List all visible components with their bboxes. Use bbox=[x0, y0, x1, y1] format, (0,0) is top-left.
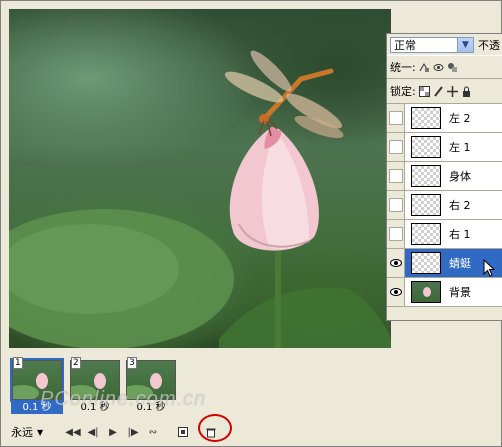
frame-number: 2 bbox=[71, 357, 81, 369]
unify-visibility-icon[interactable] bbox=[433, 62, 444, 73]
first-frame-button[interactable]: ◀◀ bbox=[65, 425, 81, 439]
layer-row-body[interactable]: 身体 bbox=[387, 162, 502, 191]
layer-thumbnail bbox=[411, 194, 441, 216]
layer-row-background[interactable]: 背景 bbox=[387, 278, 502, 307]
document-canvas[interactable] bbox=[9, 9, 391, 348]
mouse-cursor-icon bbox=[483, 259, 496, 277]
layer-thumbnail bbox=[411, 252, 441, 274]
layers-panel: 正常 ▼ 不透 统一: 锁定: 左 2 左 1 身体 右 2 右 1 蜻蜓 背景 bbox=[386, 33, 502, 321]
eye-icon bbox=[389, 259, 402, 267]
unify-label: 统一: bbox=[390, 61, 416, 74]
visibility-toggle[interactable] bbox=[387, 191, 405, 219]
animation-toolbar: 永远 ▼ ◀◀ ◀| ▶ |▶ ∾ bbox=[9, 423, 500, 441]
visibility-toggle[interactable] bbox=[387, 133, 405, 161]
layer-thumbnail bbox=[411, 107, 441, 129]
chevron-down-icon[interactable]: ▼ bbox=[457, 37, 473, 52]
visibility-toggle[interactable] bbox=[387, 249, 405, 277]
tween-button[interactable]: ∾ bbox=[145, 425, 161, 439]
canvas-image bbox=[9, 50, 391, 348]
watermark-text: PConline.com.cn bbox=[40, 388, 207, 410]
chevron-down-icon: ▼ bbox=[37, 427, 44, 437]
layer-row-dragonfly[interactable]: 蜻蜓 bbox=[387, 249, 502, 278]
lock-label: 锁定: bbox=[390, 85, 416, 98]
visibility-toggle[interactable] bbox=[387, 104, 405, 132]
lock-all-icon[interactable] bbox=[461, 86, 472, 97]
layer-list: 左 2 左 1 身体 右 2 右 1 蜻蜓 背景 bbox=[387, 103, 502, 307]
layer-thumbnail bbox=[411, 136, 441, 158]
blend-mode-select[interactable]: 正常 ▼ bbox=[390, 36, 474, 53]
frame-number: 3 bbox=[127, 357, 137, 369]
layer-thumbnail bbox=[411, 165, 441, 187]
layer-name: 蜻蜓 bbox=[449, 257, 471, 270]
layer-row-right1[interactable]: 右 1 bbox=[387, 220, 502, 249]
new-frame-icon bbox=[178, 427, 188, 437]
opacity-label: 不透 bbox=[478, 38, 500, 52]
visibility-empty-box bbox=[388, 198, 403, 212]
unify-row: 统一: bbox=[387, 55, 502, 78]
lock-transparency-icon[interactable] bbox=[418, 85, 430, 97]
visibility-toggle[interactable] bbox=[387, 220, 405, 248]
layer-name: 左 2 bbox=[449, 112, 471, 125]
blend-mode-row: 正常 ▼ 不透 bbox=[387, 34, 502, 55]
previous-frame-button[interactable]: ◀| bbox=[85, 425, 101, 439]
layer-thumbnail bbox=[411, 281, 441, 303]
frame-number: 1 bbox=[13, 357, 23, 369]
lock-pixels-brush-icon[interactable] bbox=[433, 85, 444, 97]
eye-icon bbox=[389, 288, 402, 296]
layer-row-left2[interactable]: 左 2 bbox=[387, 104, 502, 133]
layer-name: 右 2 bbox=[449, 199, 471, 212]
next-frame-button[interactable]: |▶ bbox=[125, 425, 141, 439]
visibility-toggle[interactable] bbox=[387, 162, 405, 190]
layer-name: 身体 bbox=[449, 170, 471, 183]
layer-name: 左 1 bbox=[449, 141, 471, 154]
blend-mode-value: 正常 bbox=[394, 38, 416, 52]
visibility-empty-box bbox=[388, 140, 403, 154]
layer-row-left1[interactable]: 左 1 bbox=[387, 133, 502, 162]
lock-position-move-icon[interactable] bbox=[446, 85, 458, 97]
layer-thumbnail bbox=[411, 223, 441, 245]
loop-option-value: 永远 bbox=[11, 426, 33, 439]
layer-name: 右 1 bbox=[449, 228, 471, 241]
play-button[interactable]: ▶ bbox=[105, 425, 121, 439]
unify-style-icon[interactable] bbox=[447, 62, 458, 73]
layer-row-right2[interactable]: 右 2 bbox=[387, 191, 502, 220]
unify-position-icon[interactable] bbox=[419, 62, 430, 73]
lock-row: 锁定: bbox=[387, 78, 502, 103]
visibility-empty-box bbox=[388, 227, 403, 241]
loop-options-select[interactable]: 永远 ▼ bbox=[9, 425, 61, 439]
highlight-circle bbox=[198, 414, 232, 442]
visibility-toggle[interactable] bbox=[387, 278, 405, 306]
background-thumbnail-image bbox=[423, 287, 431, 297]
visibility-empty-box bbox=[388, 169, 403, 183]
duplicate-frame-button[interactable] bbox=[175, 425, 191, 439]
visibility-empty-box bbox=[388, 111, 403, 125]
layer-name: 背景 bbox=[449, 286, 471, 299]
